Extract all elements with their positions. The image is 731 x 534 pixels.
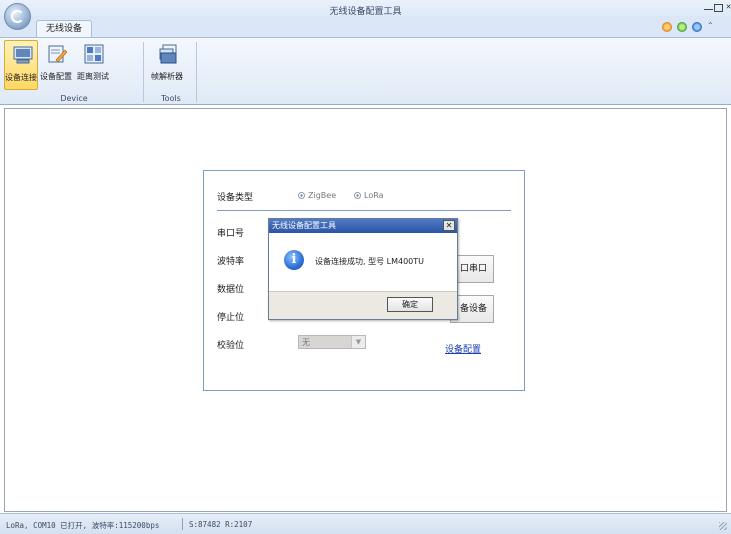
distance-test-button[interactable]: 距离测试 — [76, 40, 110, 90]
dialog-close-button[interactable]: ✕ — [443, 220, 455, 231]
chevron-down-icon[interactable]: ▼ — [351, 336, 365, 348]
status-bar: LoRa, COM10 已打开, 波特率:115200bps S:87482 R… — [0, 513, 731, 534]
device-config-label: 设备配置 — [40, 72, 72, 81]
frame-parser-label: 帧解析器 — [151, 72, 183, 81]
frame-parser-button[interactable]: 帧解析器 — [150, 40, 184, 90]
serial-port-label: 串口号 — [217, 229, 245, 239]
app-logo-icon — [11, 10, 24, 23]
device-connect-button[interactable]: 设备连接 — [4, 40, 38, 90]
collapse-ribbon-icon[interactable]: ⌃ — [707, 21, 714, 30]
radio-lora[interactable] — [354, 192, 361, 199]
ribbon-group-separator — [143, 42, 144, 102]
info-icon: i — [284, 250, 304, 270]
group-label-device: Device — [60, 94, 88, 103]
palette-icon[interactable] — [677, 22, 687, 32]
radio-zigbee[interactable] — [298, 192, 305, 199]
device-config-link[interactable]: 设备配置 — [445, 342, 481, 355]
status-separator — [182, 518, 183, 530]
device-connect-label: 设备连接 — [5, 73, 37, 82]
dialog-title: 无线设备配置工具 — [269, 219, 457, 233]
minimize-button[interactable] — [704, 4, 713, 10]
ribbon-group-separator — [196, 42, 197, 102]
radio-lora-label: LoRa — [364, 191, 384, 200]
parity-label: 校验位 — [217, 341, 245, 351]
settings-icon[interactable] — [662, 22, 672, 32]
dialog-ok-button[interactable]: 确定 — [387, 297, 433, 312]
device-type-label: 设备类型 — [217, 193, 254, 203]
status-stats: S:87482 R:2107 — [189, 520, 253, 529]
device-config-button[interactable]: 设备配置 — [39, 40, 73, 90]
device-connect-icon — [13, 46, 33, 64]
distance-test-label: 距离测试 — [77, 72, 109, 81]
parity-value: 无 — [302, 338, 310, 347]
tab-wireless-device[interactable]: 无线设备 — [36, 20, 92, 38]
status-connection: LoRa, COM10 已打开, 波特率:115200bps — [6, 521, 160, 530]
frame-parser-icon — [159, 44, 177, 64]
baud-rate-label: 波特率 — [217, 257, 245, 267]
panel-divider — [217, 210, 511, 211]
device-config-icon — [48, 45, 67, 63]
parity-select[interactable]: 无 ▼ — [298, 335, 366, 349]
radio-zigbee-label: ZigBee — [308, 191, 337, 200]
distance-test-icon — [84, 44, 104, 64]
dialog-message: 设备连接成功, 型号 LM400TU — [315, 257, 424, 266]
application-menu-button[interactable] — [4, 3, 31, 30]
ribbon: 设备连接 设备配置 距离测试 Device 帧解析器 Tools — [0, 37, 731, 105]
close-button[interactable]: ✕ — [724, 4, 731, 12]
resize-grip-icon[interactable] — [719, 522, 727, 530]
data-bits-label: 数据位 — [217, 285, 245, 295]
maximize-button[interactable] — [714, 4, 723, 12]
group-label-tools: Tools — [161, 94, 181, 103]
success-dialog: 无线设备配置工具 ✕ i 设备连接成功, 型号 LM400TU 确定 — [268, 218, 458, 320]
help-icon[interactable] — [692, 22, 702, 32]
tab-row — [0, 16, 731, 38]
stop-bits-label: 停止位 — [217, 313, 245, 323]
